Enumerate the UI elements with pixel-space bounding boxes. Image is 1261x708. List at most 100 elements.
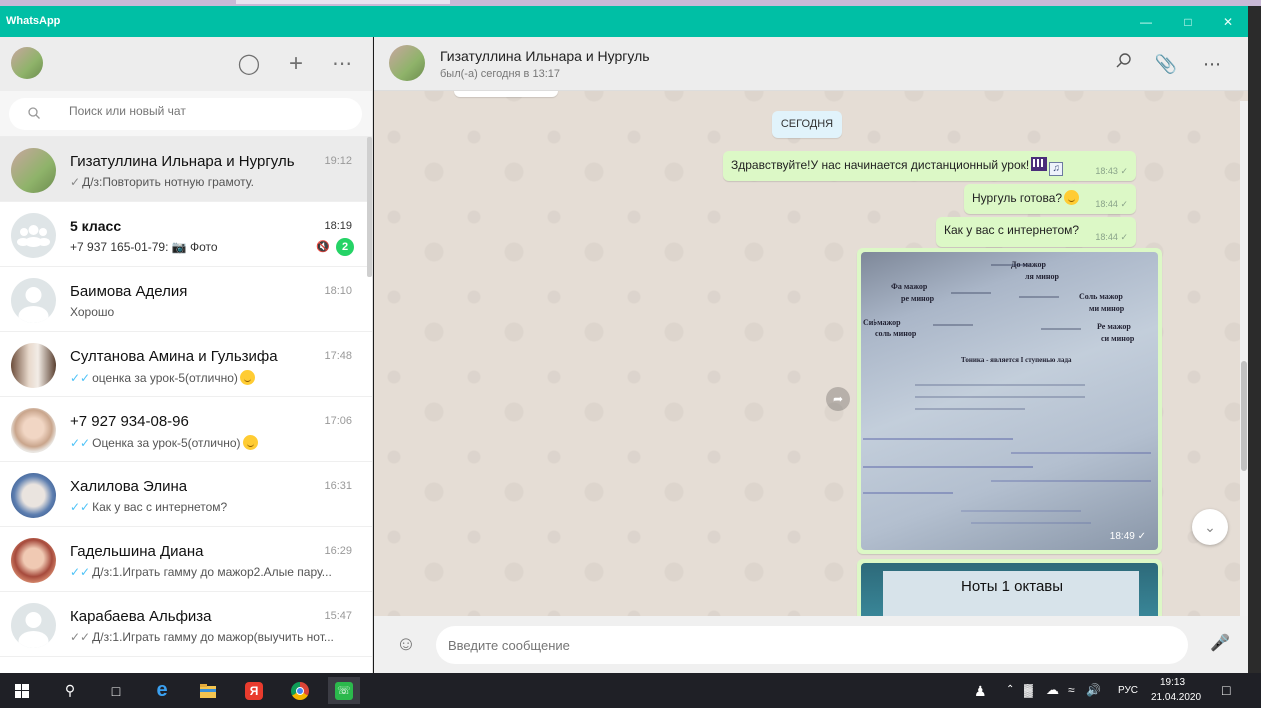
input-language[interactable]: РУС xyxy=(1118,685,1138,696)
chat-item[interactable]: 5 класс 18:19 +7 937 165-01-79: 📷 Фото 🔇… xyxy=(0,202,372,267)
attach-icon[interactable]: 📎 xyxy=(1154,52,1178,76)
chat-header[interactable]: Гизатуллина Ильнара и Нургуль был(-а) се… xyxy=(374,37,1248,91)
smile-emoji-icon xyxy=(239,370,255,385)
staff-line xyxy=(933,324,973,326)
microphone-icon[interactable]: 🎤 xyxy=(1208,632,1232,656)
clock-time[interactable]: 19:13 xyxy=(1160,677,1185,688)
search-box[interactable] xyxy=(9,98,362,130)
notifications-icon[interactable]: □ xyxy=(1222,682,1230,698)
forward-icon[interactable]: ➦ xyxy=(826,387,850,411)
status-icon[interactable]: ◯ xyxy=(237,52,261,76)
staff-line xyxy=(1019,296,1059,298)
chat-preview: ✓✓ Как у вас с интернетом? xyxy=(70,500,227,514)
smile-emoji-icon xyxy=(1064,190,1080,205)
text-line xyxy=(915,396,1085,398)
chrome-icon[interactable] xyxy=(284,677,316,704)
avatar xyxy=(11,148,56,193)
message-time: 18:49 xyxy=(1109,531,1135,542)
volume-icon[interactable]: 🔊 xyxy=(1086,683,1101,697)
sheet-text: Соль мажор xyxy=(1079,292,1123,301)
chat-title: Гизатуллина Ильнара и Нургуль xyxy=(440,48,650,64)
menu-icon[interactable]: ⋯ xyxy=(330,52,354,76)
message-meta: 18:44 ✓ xyxy=(1095,232,1128,243)
emoji-icon[interactable]: ☺ xyxy=(394,632,418,656)
chat-item[interactable]: Султанова Амина и Гульзифа 17:48 ✓✓ оценк… xyxy=(0,332,372,397)
chat-scrollbar[interactable] xyxy=(1240,101,1248,616)
sidebar: ◯ + ⋯ Гизатуллина Ильнара и Нургуль 19:1… xyxy=(0,37,373,673)
network-icon[interactable]: ▓ xyxy=(1024,683,1033,697)
chat-time: 17:48 xyxy=(324,350,352,362)
onedrive-icon[interactable]: ☁ xyxy=(1046,682,1059,698)
chat-item[interactable]: Халилова Элина 16:31 ✓✓ Как у вас с интер… xyxy=(0,462,372,527)
task-view-icon[interactable]: □ xyxy=(100,677,132,704)
close-icon[interactable]: ✕ xyxy=(1218,12,1238,32)
my-avatar[interactable] xyxy=(11,47,43,79)
outgoing-message[interactable]: Как у вас с интернетом? 18:44 ✓ xyxy=(936,217,1136,247)
message-meta: 18:44 ✓ xyxy=(1095,199,1128,210)
chat-name: Халилова Элина xyxy=(70,478,188,495)
sent-tick-icon: ✓ xyxy=(70,175,81,189)
new-chat-icon[interactable]: + xyxy=(284,52,308,76)
chat-item[interactable]: Гадельшина Диана 16:29 ✓✓ Д/з:1.Играть га… xyxy=(0,527,372,592)
sheet-text: си минор xyxy=(1101,334,1135,343)
yandex-browser-icon[interactable]: Я xyxy=(238,677,270,704)
edge-browser-icon[interactable]: e xyxy=(146,677,178,704)
menu-icon[interactable]: ⋯ xyxy=(1200,52,1224,76)
search-input[interactable] xyxy=(69,104,349,118)
chat-time: 16:31 xyxy=(324,480,352,492)
show-hidden-icons-icon[interactable]: ⌃ xyxy=(1006,684,1014,695)
image-message[interactable]: До мажор ля минор Фа мажор ре минор Соль… xyxy=(857,248,1162,554)
text-line xyxy=(863,466,1033,468)
scrollbar-thumb[interactable] xyxy=(1241,361,1247,471)
contact-avatar[interactable] xyxy=(389,45,425,81)
outgoing-message[interactable]: Нургуль готова? 18:44 ✓ xyxy=(964,184,1136,214)
chat-time: 18:19 xyxy=(324,220,352,232)
read-tick-icon: ✓✓ xyxy=(70,630,91,644)
chat-time: 15:47 xyxy=(324,610,352,622)
message-input[interactable] xyxy=(436,626,1188,664)
search-area xyxy=(0,91,372,137)
staff-line xyxy=(991,264,1031,266)
sidebar-header: ◯ + ⋯ xyxy=(0,37,372,91)
group-avatar-icon xyxy=(11,213,56,258)
search-icon[interactable] xyxy=(1112,52,1136,76)
chat-preview: Хорошо xyxy=(70,305,115,319)
photo-music-sheet[interactable]: До мажор ля минор Фа мажор ре минор Соль… xyxy=(861,252,1158,550)
outgoing-message[interactable]: Здравствуйте!У нас начинается дистанцион… xyxy=(723,151,1136,181)
wifi-icon[interactable]: ≈ xyxy=(1068,683,1075,697)
chat-name: Баимова Аделия xyxy=(70,283,188,300)
composer: ☺ 🎤 xyxy=(374,616,1248,673)
chat-item[interactable]: Гизатуллина Ильнара и Нургуль 19:12 ✓ Д/з… xyxy=(0,137,372,202)
whatsapp-taskbar-icon[interactable]: ☏ xyxy=(328,677,360,704)
text-line xyxy=(961,510,1081,512)
message-meta: 18:43 ✓ xyxy=(1095,166,1128,177)
file-explorer-icon[interactable] xyxy=(192,677,224,704)
search-icon[interactable]: ⚲ xyxy=(54,677,86,704)
search-icon xyxy=(28,107,40,119)
sheet-text: соль минор xyxy=(875,329,917,338)
message-text: Здравствуйте!У нас начинается дистанцион… xyxy=(731,158,1030,172)
chat-name: Султанова Амина и Гульзифа xyxy=(70,348,278,365)
chat-item[interactable]: Баимова Аделия 18:10 Хорошо xyxy=(0,267,372,332)
minimize-icon[interactable]: — xyxy=(1136,12,1156,32)
music-note-emoji-icon: ♫ xyxy=(1049,162,1064,176)
avatar xyxy=(11,538,56,583)
message-time: 18:43 xyxy=(1095,166,1118,176)
sheet-text: ми минор xyxy=(1089,304,1125,313)
chat-preview: ✓ Д/з:Повторить нотную грамоту. xyxy=(70,175,254,189)
windows-start-icon[interactable] xyxy=(6,677,38,704)
staff-line xyxy=(951,292,991,294)
window-edge xyxy=(1248,6,1261,673)
chat-item[interactable]: +7 927 934-08-96 17:06 ✓✓ Оценка за урок-… xyxy=(0,397,372,462)
text-line xyxy=(915,408,1025,410)
chat-time: 19:12 xyxy=(324,155,352,167)
chat-item[interactable]: Карабаева Альфиза 15:47 ✓✓ Д/з:1.Играть г… xyxy=(0,592,372,657)
chat-name: +7 927 934-08-96 xyxy=(70,413,189,430)
sidebar-scrollbar[interactable] xyxy=(367,137,372,277)
scroll-down-button[interactable]: ⌄ xyxy=(1192,509,1228,545)
avatar xyxy=(11,408,56,453)
people-icon[interactable]: ♟ xyxy=(974,683,987,700)
clock-date[interactable]: 21.04.2020 xyxy=(1151,692,1201,703)
maximize-icon[interactable]: □ xyxy=(1178,12,1198,32)
sheet-text: ля минор xyxy=(1025,272,1059,281)
